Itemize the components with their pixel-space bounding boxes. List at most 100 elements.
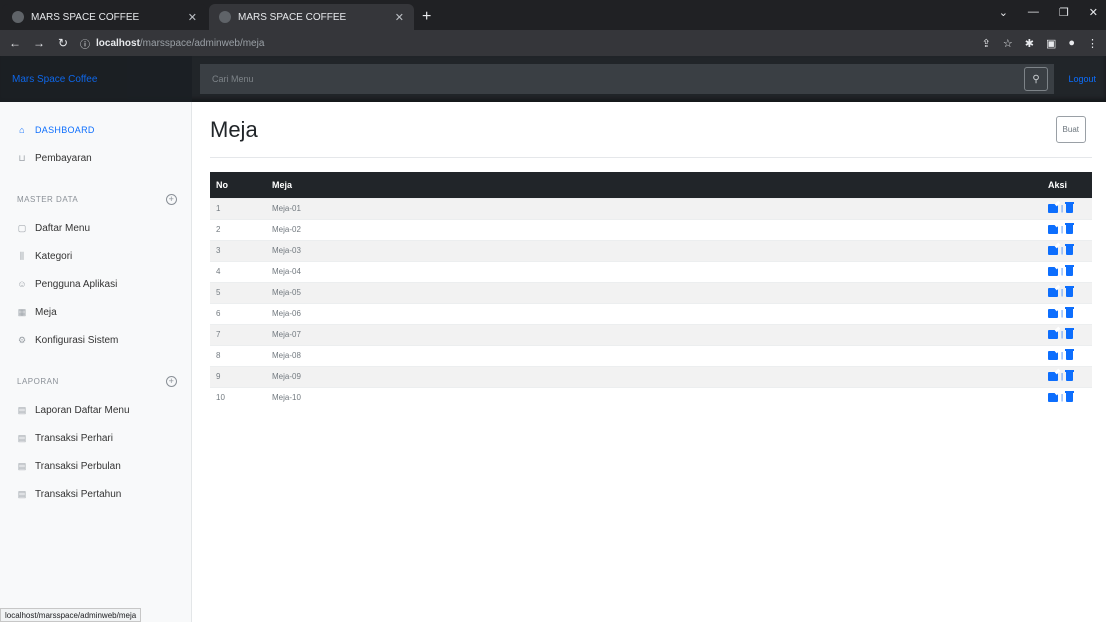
cell-no: 7 bbox=[210, 323, 266, 345]
edit-icon[interactable] bbox=[1048, 246, 1058, 255]
info-icon[interactable]: ⓘ bbox=[80, 36, 90, 51]
share-icon[interactable]: ⇪ bbox=[982, 37, 991, 50]
sidebar-item-daftar-menu[interactable]: ▢ Daftar Menu bbox=[0, 214, 191, 242]
sidebar-item-transaksi-perbulan[interactable]: ▤ Transaksi Perbulan bbox=[0, 452, 191, 480]
sidebar-item-transaksi-perhari[interactable]: ▤ Transaksi Perhari bbox=[0, 424, 191, 452]
cell-aksi: | bbox=[1042, 281, 1092, 303]
new-tab-button[interactable]: + bbox=[414, 4, 439, 30]
sidebar-heading-laporan: LAPORAN + bbox=[0, 366, 191, 396]
star-icon[interactable]: ☆ bbox=[1003, 37, 1013, 50]
cell-aksi: | bbox=[1042, 344, 1092, 366]
trash-icon[interactable] bbox=[1065, 328, 1075, 339]
sidebar-item-label: Transaksi Pertahun bbox=[35, 488, 122, 500]
edit-icon[interactable] bbox=[1048, 267, 1058, 276]
action-separator: | bbox=[1061, 225, 1064, 234]
search-button[interactable]: ⚲ bbox=[1024, 67, 1048, 91]
cell-meja: Meja-06 bbox=[266, 302, 1042, 324]
home-icon: ⌂ bbox=[19, 125, 25, 135]
close-tab-icon[interactable]: ✕ bbox=[188, 11, 197, 24]
browser-tab-active[interactable]: MARS SPACE COFFEE ✕ bbox=[209, 4, 414, 30]
forward-icon[interactable]: → bbox=[32, 36, 46, 50]
cell-no: 9 bbox=[210, 365, 266, 387]
sidebar-item-transaksi-pertahun[interactable]: ▤ Transaksi Pertahun bbox=[0, 480, 191, 508]
edit-icon[interactable] bbox=[1048, 288, 1058, 297]
browser-actions: ⇪ ☆ ✱ ▣ ● ⋮ bbox=[982, 37, 1098, 50]
sidebar-heading-label: MASTER DATA bbox=[17, 194, 79, 204]
table-header-row: No Meja Aksi bbox=[210, 172, 1092, 198]
create-button[interactable]: Buat bbox=[1055, 116, 1086, 143]
sidebar-item-pembayaran[interactable]: ⊔ Pembayaran bbox=[0, 144, 191, 172]
document-icon: ▤ bbox=[17, 488, 27, 499]
sidepanel-icon[interactable]: ▣ bbox=[1046, 37, 1056, 50]
sidebar-item-konfigurasi-sistem[interactable]: ⚙ Konfigurasi Sistem bbox=[0, 326, 191, 354]
edit-icon[interactable] bbox=[1048, 372, 1058, 381]
edit-icon[interactable] bbox=[1048, 351, 1058, 360]
trash-icon[interactable] bbox=[1065, 370, 1075, 381]
page-header: Meja Buat bbox=[210, 102, 1092, 158]
action-separator: | bbox=[1061, 330, 1064, 339]
cell-meja: Meja-01 bbox=[266, 197, 1042, 219]
trash-icon[interactable] bbox=[1065, 265, 1075, 276]
minimize-icon[interactable]: — bbox=[1028, 6, 1039, 19]
profile-icon[interactable]: ● bbox=[1068, 37, 1075, 50]
cell-no: 10 bbox=[210, 386, 266, 408]
edit-icon[interactable] bbox=[1048, 330, 1058, 339]
tab-search-icon[interactable]: ⌄ bbox=[999, 6, 1008, 19]
brand-link[interactable]: Mars Space Coffee bbox=[0, 56, 192, 102]
sidebar-heading-label: LAPORAN bbox=[17, 376, 59, 386]
sidebar-item-meja[interactable]: ▦ Meja bbox=[0, 298, 191, 326]
logout-link[interactable]: Logout bbox=[1048, 74, 1106, 84]
action-separator: | bbox=[1061, 288, 1064, 297]
cell-meja: Meja-09 bbox=[266, 365, 1042, 387]
table-row: 3 Meja-03 | bbox=[210, 239, 1092, 261]
close-window-icon[interactable]: ✕ bbox=[1089, 6, 1098, 19]
favicon-icon bbox=[12, 11, 24, 23]
restore-icon[interactable]: ❐ bbox=[1059, 6, 1069, 19]
close-tab-icon[interactable]: ✕ bbox=[395, 11, 404, 24]
cell-no: 4 bbox=[210, 260, 266, 282]
sidebar-item-label: DASHBOARD bbox=[35, 125, 95, 135]
edit-icon[interactable] bbox=[1048, 309, 1058, 318]
cell-aksi: | bbox=[1042, 197, 1092, 219]
table-row: 6 Meja-06 | bbox=[210, 302, 1092, 324]
cell-aksi: | bbox=[1042, 365, 1092, 387]
edit-icon[interactable] bbox=[1048, 393, 1058, 403]
cart-icon: ⊔ bbox=[18, 152, 26, 163]
trash-icon[interactable] bbox=[1065, 202, 1075, 213]
sidebar-item-label: Meja bbox=[35, 306, 57, 318]
trash-icon[interactable] bbox=[1065, 223, 1075, 234]
table-row: 9 Meja-09 | bbox=[210, 365, 1092, 387]
favicon-icon bbox=[219, 11, 231, 23]
cell-no: 5 bbox=[210, 281, 266, 303]
menu-icon[interactable]: ⋮ bbox=[1087, 37, 1098, 50]
trash-icon[interactable] bbox=[1065, 244, 1075, 255]
table-row: 10 Meja-10 | bbox=[210, 386, 1092, 408]
sidebar-item-pengguna-aplikasi[interactable]: ☺ Pengguna Aplikasi bbox=[0, 270, 191, 298]
sidebar-item-dashboard[interactable]: ⌂ DASHBOARD bbox=[0, 116, 191, 144]
edit-icon[interactable] bbox=[1048, 225, 1058, 234]
file-icon: ▢ bbox=[17, 222, 27, 233]
plus-circle-icon[interactable]: + bbox=[166, 193, 177, 205]
cell-meja: Meja-02 bbox=[266, 218, 1042, 240]
trash-icon[interactable] bbox=[1065, 307, 1075, 318]
plus-circle-icon[interactable]: + bbox=[166, 375, 177, 387]
action-separator: | bbox=[1061, 351, 1064, 360]
edit-icon[interactable] bbox=[1048, 204, 1058, 213]
cell-aksi: | bbox=[1042, 386, 1092, 408]
extensions-icon[interactable]: ✱ bbox=[1025, 37, 1034, 50]
main-content: Meja Buat No Meja Aksi 1 Meja-01 | 2 Meja-02… bbox=[192, 102, 1106, 622]
search-icon: ⚲ bbox=[1032, 73, 1040, 85]
reload-icon[interactable]: ↻ bbox=[56, 36, 70, 50]
back-icon[interactable]: ← bbox=[8, 36, 22, 50]
trash-icon[interactable] bbox=[1065, 286, 1075, 297]
url-host: localhost bbox=[96, 37, 140, 49]
sidebar-item-laporan-daftar-menu[interactable]: ▤ Laporan Daftar Menu bbox=[0, 396, 191, 424]
url-field[interactable]: ⓘ localhost/marsspace/adminweb/meja bbox=[80, 36, 972, 51]
trash-icon[interactable] bbox=[1065, 391, 1075, 403]
trash-icon[interactable] bbox=[1065, 349, 1075, 360]
document-icon: ▤ bbox=[17, 432, 27, 443]
browser-tab[interactable]: MARS SPACE COFFEE ✕ bbox=[2, 4, 207, 30]
cell-no: 3 bbox=[210, 239, 266, 261]
sidebar-item-kategori[interactable]: ⫼ Kategori bbox=[0, 242, 191, 270]
search-input[interactable]: Cari Menu bbox=[200, 64, 1054, 94]
